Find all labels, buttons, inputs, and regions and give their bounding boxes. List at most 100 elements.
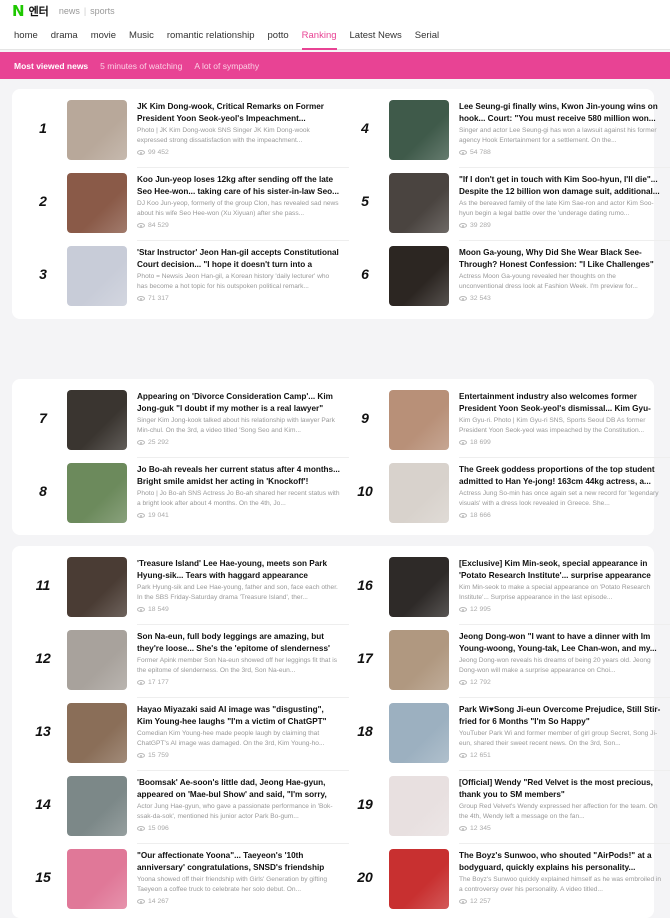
article-thumbnail[interactable]: [67, 630, 127, 690]
subnav-tab-a-lot-of-sympathy[interactable]: A lot of sympathy: [194, 61, 259, 71]
article-thumbnail[interactable]: [389, 246, 449, 306]
article-summary: Comedian Kim Young-hee made people laugh…: [137, 730, 325, 747]
ranking-item[interactable]: 14 'Boomsak' Ae-soon's little dad, Jeong …: [29, 776, 333, 840]
ranking-item[interactable]: 19 [Official] Wendy "Red Velvet is the mo…: [351, 776, 658, 840]
subnav-tab-5-minutes-of-watching[interactable]: 5 minutes of watching: [100, 61, 182, 71]
ranking-item[interactable]: 5 "If I don't get in touch with Kim Soo-h…: [351, 173, 660, 237]
article-thumbnail[interactable]: [67, 100, 127, 160]
article-summary: Kim Min-seok to make a special appearanc…: [459, 584, 651, 601]
nav-item-ranking[interactable]: Ranking: [301, 22, 337, 50]
article-thumbnail[interactable]: [389, 776, 449, 836]
nav-item-serial[interactable]: Serial: [415, 22, 439, 50]
article-thumbnail[interactable]: [67, 557, 127, 617]
article-title[interactable]: Koo Jun-yeop loses 12kg after sending of…: [137, 174, 340, 197]
article-title[interactable]: 'Boomsak' Ae-soon's little dad, Jeong Ha…: [137, 777, 340, 800]
nav-item-latest-news[interactable]: Latest News: [350, 22, 402, 50]
sports-link[interactable]: sports: [90, 6, 115, 16]
divider: [137, 697, 349, 698]
article-thumbnail[interactable]: [67, 390, 127, 450]
rank-number: 3: [39, 266, 47, 282]
ranking-item[interactable]: 4 Lee Seung-gi finally wins, Kwon Jin-you…: [351, 100, 658, 164]
article-summary: DJ Koo Jun-yeop, formerly of the group C…: [137, 200, 339, 217]
article-summary: The Boyz's Sunwoo quickly explained hims…: [459, 876, 662, 893]
ranking-item[interactable]: 6 Moon Ga-young, Why Did She Wear Black S…: [351, 246, 654, 310]
article-title[interactable]: The Boyz's Sunwoo, who shouted "AirPods!…: [459, 850, 662, 873]
article-thumbnail[interactable]: [67, 849, 127, 909]
view-count: 17 177: [137, 679, 169, 686]
article-title[interactable]: [Exclusive] Kim Min-seok, special appear…: [459, 558, 662, 581]
ranking-item[interactable]: 17 Jeong Dong-won "I want to have a dinne…: [351, 630, 657, 694]
article-summary: Park Hyung-sik and Lee Hae-young, father…: [137, 584, 338, 601]
article-thumbnail[interactable]: [389, 100, 449, 160]
ranking-item[interactable]: 12 Son Na-eun, full body leggings are ama…: [29, 630, 337, 694]
divider: [459, 770, 670, 771]
nav-item-home[interactable]: home: [14, 22, 38, 50]
article-thumbnail[interactable]: [389, 849, 449, 909]
ranking-item[interactable]: 2 Koo Jun-yeop loses 12kg after sending o…: [29, 173, 339, 237]
article-thumbnail[interactable]: [67, 463, 127, 523]
article-thumbnail[interactable]: [389, 703, 449, 763]
nav-item-movie[interactable]: movie: [91, 22, 116, 50]
article-thumbnail[interactable]: [389, 390, 449, 450]
article-title[interactable]: Son Na-eun, full body leggings are amazi…: [137, 631, 340, 654]
article-title[interactable]: Moon Ga-young, Why Did She Wear Black Se…: [459, 247, 662, 270]
article-title[interactable]: Jeong Dong-won "I want to have a dinner …: [459, 631, 662, 654]
ranking-item[interactable]: 9 Entertainment industry also welcomes fo…: [351, 390, 651, 454]
article-title[interactable]: Entertainment industry also welcomes for…: [459, 391, 662, 414]
divider: [137, 843, 349, 844]
divider: [459, 167, 670, 168]
eye-icon: [459, 899, 467, 904]
article-thumbnail[interactable]: [67, 173, 127, 233]
article-title[interactable]: Jo Bo-ah reveals her current status afte…: [137, 464, 340, 487]
article-title[interactable]: 'Star Instructor' Jeon Han-gil accepts C…: [137, 247, 340, 270]
nav-item-drama[interactable]: drama: [51, 22, 78, 50]
news-link[interactable]: news: [59, 6, 80, 16]
ranking-item[interactable]: 8 Jo Bo-ah reveals her current status aft…: [29, 463, 340, 527]
article-title[interactable]: [Official] Wendy "Red Velvet is the most…: [459, 777, 662, 800]
ranking-item[interactable]: 1 JK Kim Dong-wook, Critical Remarks on F…: [29, 100, 324, 164]
ranking-item[interactable]: 16 [Exclusive] Kim Min-seok, special appe…: [351, 557, 651, 621]
naver-logo[interactable]: N: [12, 2, 25, 20]
ranking-item[interactable]: 10 The Greek goddess proportions of the t…: [351, 463, 659, 527]
eye-icon: [137, 440, 145, 445]
ranking-item[interactable]: 11 'Treasure Island' Lee Hae-young, meets…: [29, 557, 338, 621]
ranking-item[interactable]: 20 The Boyz's Sunwoo, who shouted "AirPod…: [351, 849, 661, 913]
view-count-value: 71 317: [148, 295, 169, 302]
subnav-tab-most-viewed-news[interactable]: Most viewed news: [14, 61, 88, 71]
rank-number: 6: [361, 266, 369, 282]
article-thumbnail[interactable]: [389, 557, 449, 617]
article-title[interactable]: "Our affectionate Yoona"... Taeyeon's '1…: [137, 850, 340, 873]
view-count: 15 759: [137, 752, 169, 759]
article-thumbnail[interactable]: [67, 246, 127, 306]
ranking-item[interactable]: 3 'Star Instructor' Jeon Han-gil accepts …: [29, 246, 339, 310]
article-title[interactable]: JK Kim Dong-wook, Critical Remarks on Fo…: [137, 101, 340, 124]
view-count: 18 549: [137, 606, 169, 613]
ranking-subnav: Most viewed news 5 minutes of watching A l…: [0, 52, 670, 79]
ranking-item[interactable]: 18 Park Wi♥Song Ji-eun Overcome Prejudice…: [351, 703, 660, 767]
article-title[interactable]: The Greek goddess proportions of the top…: [459, 464, 662, 487]
article-thumbnail[interactable]: [389, 630, 449, 690]
article-title[interactable]: Appearing on 'Divorce Consideration Camp…: [137, 391, 340, 414]
rank-number: 18: [357, 723, 373, 739]
ranking-item[interactable]: 13 Hayao Miyazaki said AI image was "disg…: [29, 703, 327, 767]
divider: [459, 697, 670, 698]
article-thumbnail[interactable]: [67, 703, 127, 763]
ranking-item[interactable]: 15 "Our affectionate Yoona"... Taeyeon's …: [29, 849, 327, 913]
eye-icon: [459, 150, 467, 155]
article-thumbnail[interactable]: [389, 463, 449, 523]
article-title[interactable]: 'Treasure Island' Lee Hae-young, meets s…: [137, 558, 340, 581]
nav-item-music[interactable]: Music: [129, 22, 154, 50]
nav-item-romantic-relationship[interactable]: romantic relationship: [167, 22, 255, 50]
rank-number: 19: [357, 796, 373, 812]
section-logo-text[interactable]: 엔터: [29, 3, 49, 19]
article-title[interactable]: Park Wi♥Song Ji-eun Overcome Prejudice, …: [459, 704, 662, 727]
nav-item-potto[interactable]: potto: [268, 22, 289, 50]
ranking-item[interactable]: 7 Appearing on 'Divorce Consideration Cam…: [29, 390, 335, 454]
article-thumbnail[interactable]: [389, 173, 449, 233]
article-title[interactable]: Lee Seung-gi finally wins, Kwon Jin-youn…: [459, 101, 662, 124]
article-title[interactable]: "If I don't get in touch with Kim Soo-hy…: [459, 174, 662, 197]
view-count: 12 995: [459, 606, 491, 613]
article-thumbnail[interactable]: [67, 776, 127, 836]
article-summary: Singer and actor Lee Seung-gi has won a …: [459, 127, 657, 144]
article-title[interactable]: Hayao Miyazaki said AI image was "disgus…: [137, 704, 340, 727]
